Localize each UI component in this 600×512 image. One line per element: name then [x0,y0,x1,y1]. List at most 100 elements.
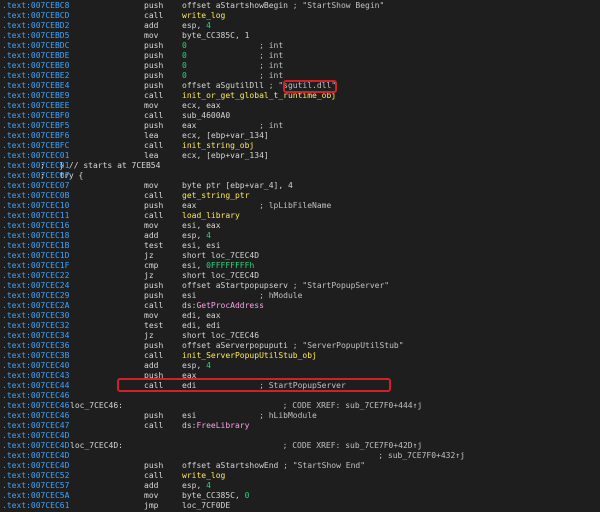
code-line[interactable]: .text:007CEC29 push esi ; hModule [0,291,600,301]
code-line[interactable]: .text:007CEC4D ; sub_7CE7F0+432↑j [0,451,600,461]
line-address[interactable]: .text:007CEBE0 [2,61,69,71]
line-address[interactable]: .text:007CEC32 [2,321,69,331]
code-line[interactable]: .text:007CEC01; } // starts at 7CEB54 [0,161,600,171]
code-line[interactable]: .text:007CEC46 [0,391,600,401]
line-address[interactable]: .text:007CEBD2 [2,21,69,31]
code-line[interactable]: .text:007CEBDE push 0 ; int [0,51,600,61]
line-address[interactable]: .text:007CEBF5 [2,121,69,131]
code-line[interactable]: .text:007CEC34 jz short loc_7CEC46 [0,331,600,341]
line-address[interactable]: .text:007CEC52 [2,471,69,481]
code-line[interactable]: .text:007CEC4D loc_7CEC4D: ; CODE XREF: s… [0,441,600,451]
code-line[interactable]: .text:007CEBE0 push 0 ; int [0,61,600,71]
line-address[interactable]: .text:007CEBC8 [2,1,69,11]
code-line[interactable]: .text:007CEBC8 push offset aStartshowBegin… [0,1,600,11]
code-line[interactable]: .text:007CEC16 mov esi, eax [0,221,600,231]
line-address[interactable]: .text:007CEBDC [2,41,69,51]
function-name[interactable]: init_ServerPopupUtilStub_obj [182,351,317,360]
code-line[interactable]: .text:007CEC07 mov byte ptr [ebp+var_4], 4 [0,181,600,191]
code-line[interactable]: .text:007CEC22 jz short loc_7CEC4D [0,271,600,281]
line-address[interactable]: .text:007CEC46 [2,401,69,411]
code-line[interactable]: .text:007CEBFC call init_string_obj [0,141,600,151]
code-line[interactable]: .text:007CEC24 push offset aStartpopupserv… [0,281,600,291]
line-address[interactable]: .text:007CEC46 [2,411,69,421]
code-line[interactable]: .text:007CEC52 call write_log [0,471,600,481]
function-name[interactable]: load_library [182,211,240,220]
line-address[interactable]: .text:007CEC16 [2,221,69,231]
code-line[interactable]: .text:007CEC4D [0,431,600,441]
line-address[interactable]: .text:007CEC2A [2,301,69,311]
code-line[interactable]: .text:007CEC3B call init_ServerPopupUtilSt… [0,351,600,361]
line-address[interactable]: .text:007CEBF0 [2,111,69,121]
function-name[interactable]: init_string_obj [182,141,254,150]
code-line[interactable]: .text:007CEC46 loc_7CEC46: ; CODE XREF: s… [0,401,600,411]
line-address[interactable]: .text:007CEC61 [2,501,69,511]
function-name[interactable]: get_string_ptr [182,191,249,200]
code-line[interactable]: .text:007CEC32 test edi, edi [0,321,600,331]
line-address[interactable]: .text:007CEBEE [2,101,69,111]
line-address[interactable]: .text:007CEC1B [2,241,69,251]
code-line[interactable]: .text:007CEC30 mov edi, eax [0,311,600,321]
code-line[interactable]: .text:007CEC07; try { [0,171,600,181]
line-address[interactable]: .text:007CEC47 [2,421,69,431]
code-line[interactable]: .text:007CEC40 add esp, 4 [0,361,600,371]
line-address[interactable]: .text:007CEC11 [2,211,69,221]
line-address[interactable]: .text:007CEC18 [2,231,69,241]
line-address[interactable]: .text:007CEBE4 [2,81,69,91]
code-line[interactable]: .text:007CEC5A mov byte_CC385C, 0 [0,491,600,501]
line-address[interactable]: .text:007CEC0B [2,191,69,201]
line-address[interactable]: .text:007CEC3B [2,351,69,361]
code-line[interactable]: .text:007CEC1F cmp esi, 0FFFFFFFFh [0,261,600,271]
code-line[interactable]: .text:007CEBD5 mov byte_CC385C, 1 [0,31,600,41]
disassembly-view[interactable]: .text:007CEBC8 push offset aStartshowBegin… [0,0,600,512]
code-line[interactable]: .text:007CEC1D jz short loc_7CEC4D [0,251,600,261]
line-address[interactable]: .text:007CEC01 [2,151,69,161]
import-name[interactable]: FreeLibrary [196,421,249,430]
line-address[interactable]: .text:007CEC30 [2,311,69,321]
line-address[interactable]: .text:007CEC1D [2,251,69,261]
line-address[interactable]: .text:007CEC34 [2,331,69,341]
code-line[interactable]: .text:007CEC1B test esi, esi [0,241,600,251]
code-line[interactable]: .text:007CEC01 lea ecx, [ebp+var_134] [0,151,600,161]
code-line[interactable]: .text:007CEC10 push eax ; lpLibFileName [0,201,600,211]
code-line[interactable]: .text:007CEBF0 call sub_4600A0 [0,111,600,121]
code-line[interactable]: .text:007CEC46 push esi ; hLibModule [0,411,600,421]
line-address[interactable]: .text:007CEBE9 [2,91,69,101]
code-line[interactable]: .text:007CEC36 push offset aServerpopuputi… [0,341,600,351]
line-address[interactable]: .text:007CEBD5 [2,31,69,41]
code-line[interactable]: .text:007CEBDC push 0 ; int [0,41,600,51]
function-name[interactable]: write_log [182,471,225,480]
code-line[interactable]: .text:007CEBCD call write_log [0,11,600,21]
code-line[interactable]: .text:007CEC2A call ds:GetProcAddress [0,301,600,311]
code-line[interactable]: .text:007CEC57 add esp, 4 [0,481,600,491]
line-address[interactable]: .text:007CEC4D [2,441,69,451]
code-line[interactable]: .text:007CEC18 add esp, 4 [0,231,600,241]
line-address[interactable]: .text:007CEC24 [2,281,69,291]
code-line[interactable]: .text:007CEBD2 add esp, 4 [0,21,600,31]
import-name[interactable]: GetProcAddress [196,301,263,310]
line-address[interactable]: .text:007CEC22 [2,271,69,281]
code-line[interactable]: .text:007CEC61 jmp loc_7CF0DE [0,501,600,511]
line-address[interactable]: .text:007CEBE2 [2,71,69,81]
line-address[interactable]: .text:007CEC07 [2,181,69,191]
line-address[interactable]: .text:007CEC1F [2,261,69,271]
line-address[interactable]: .text:007CEC36 [2,341,69,351]
code-line[interactable]: .text:007CEBF6 lea ecx, [ebp+var_134] [0,131,600,141]
line-address[interactable]: .text:007CEC29 [2,291,69,301]
line-address[interactable]: .text:007CEC4D [2,431,69,441]
code-line[interactable]: .text:007CEBEE mov ecx, eax [0,101,600,111]
line-address[interactable]: .text:007CEC10 [2,201,69,211]
line-address[interactable]: .text:007CEC43 [2,371,69,381]
function-name[interactable]: write_log [182,11,225,20]
line-address[interactable]: .text:007CEC46 [2,391,69,401]
line-address[interactable]: .text:007CEBFC [2,141,69,151]
code-line[interactable]: .text:007CEC47 call ds:FreeLibrary [0,421,600,431]
code-line[interactable]: .text:007CEC4D push offset aStartshowEnd ;… [0,461,600,471]
code-line[interactable]: .text:007CEC0B call get_string_ptr [0,191,600,201]
line-address[interactable]: .text:007CEC57 [2,481,69,491]
line-address[interactable]: .text:007CEBF6 [2,131,69,141]
code-line[interactable]: .text:007CEBF5 push eax ; int [0,121,600,131]
line-address[interactable]: .text:007CEBDE [2,51,69,61]
line-address[interactable]: .text:007CEC44 [2,381,69,391]
code-line[interactable]: .text:007CEC11 call load_library [0,211,600,221]
line-address[interactable]: .text:007CEC4D [2,461,69,471]
